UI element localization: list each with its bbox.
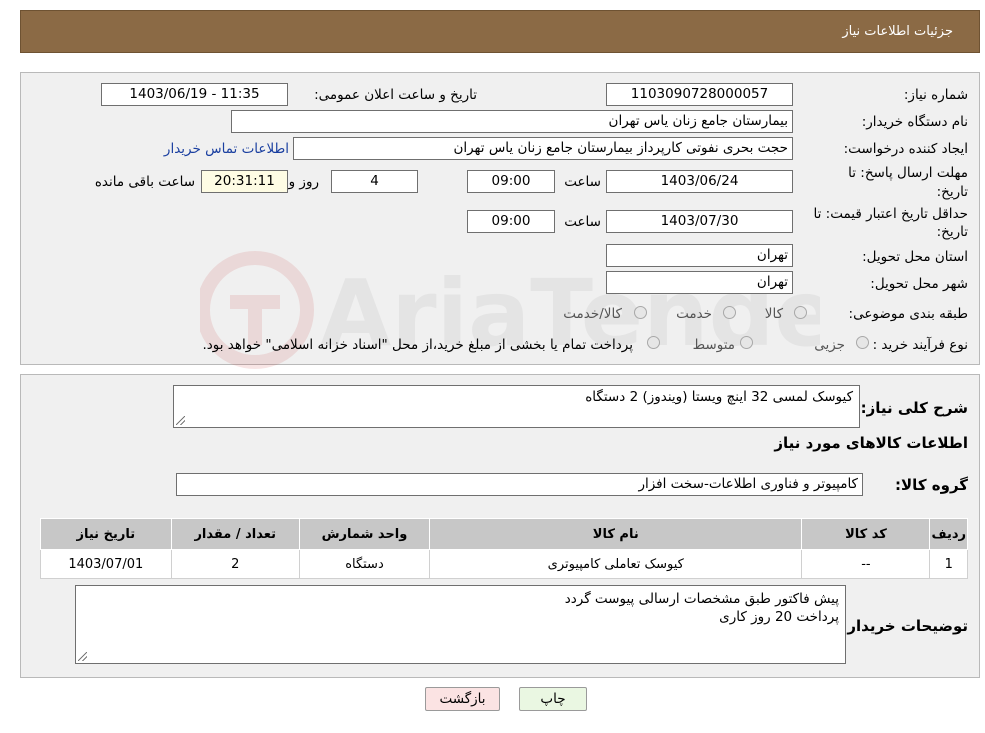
purchase-checkbox-treasury[interactable]: [647, 336, 660, 349]
buyer-notes-label: توضیحات خریدار:: [841, 617, 968, 635]
category-option-service: خدمت: [676, 306, 712, 322]
reply-deadline-label-2: تاریخ:: [936, 184, 968, 200]
need-number-field: 1103090728000057: [606, 83, 793, 106]
reply-time-label: ساعت: [564, 174, 601, 190]
purchase-type-label: نوع فرآیند خرید :: [872, 337, 968, 353]
creator-label: ایجاد کننده درخواست:: [843, 141, 968, 157]
back-button[interactable]: بازگشت: [425, 687, 500, 711]
summary-label: شرح کلی نیاز:: [860, 399, 968, 417]
cell-unit: دستگاه: [298, 549, 431, 579]
goods-table: ردیف کد کالا نام کالا واحد شمارش تعداد /…: [40, 518, 968, 579]
summary-text: کیوسک لمسی 32 اینچ ویستا (ویندوز) 2 دستگ…: [585, 389, 853, 405]
purchase-option-minor: جزیی: [814, 337, 845, 353]
resize-grip-icon[interactable]: [176, 416, 185, 425]
table-row: 1 -- کیوسک تعاملی کامپیوتری دستگاه 2 140…: [40, 549, 968, 579]
announce-datetime-field: 1403/06/19 - 11:35: [101, 83, 288, 106]
buyer-org-label: نام دستگاه خریدار:: [861, 114, 968, 130]
price-validity-label: حداقل تاریخ اعتبار قیمت: تا: [813, 206, 968, 222]
purchase-option-medium: متوسط: [692, 337, 735, 353]
price-time-label: ساعت: [564, 214, 601, 230]
page-title: جزئیات اطلاعات نیاز: [842, 24, 953, 39]
col-item-name: نام کالا: [429, 518, 803, 550]
print-button[interactable]: چاپ: [519, 687, 587, 711]
category-radio-service[interactable]: [723, 306, 736, 319]
resize-grip-icon[interactable]: [78, 652, 87, 661]
cell-item-name: کیوسک تعاملی کامپیوتری: [429, 549, 803, 579]
price-validity-date-field: 1403/07/30: [606, 210, 793, 233]
cell-row-number: 1: [929, 549, 968, 579]
buyer-contact-link[interactable]: اطلاعات تماس خریدار: [164, 141, 289, 157]
creator-field: حجت بحری نفوتی کارپرداز بیمارستان جامع ز…: [293, 137, 793, 160]
buyer-notes-textarea: پیش فاکتور طبق مشخصات ارسالی پیوست گردد …: [75, 585, 846, 664]
category-radio-goods-service[interactable]: [634, 306, 647, 319]
col-need-date: تاریخ نیاز: [40, 518, 172, 550]
category-label: طبقه بندی موضوعی:: [848, 306, 968, 322]
purchase-treasury-note: پرداخت تمام یا بخشی از مبلغ خرید،از محل …: [202, 337, 633, 353]
remaining-time-label: ساعت باقی مانده: [94, 174, 195, 190]
cell-quantity: 2: [170, 549, 300, 579]
price-validity-label-2: تاریخ:: [936, 224, 968, 240]
col-item-code: کد کالا: [801, 518, 931, 550]
goods-group-label: گروه کالا:: [895, 476, 968, 494]
city-label: شهر محل تحویل:: [870, 276, 968, 292]
page-header: جزئیات اطلاعات نیاز: [20, 10, 980, 53]
announce-label: تاریخ و ساعت اعلان عمومی:: [314, 87, 477, 103]
days-label: روز و: [288, 174, 319, 190]
purchase-radio-minor[interactable]: [856, 336, 869, 349]
province-label: استان محل تحویل:: [862, 249, 968, 265]
buyer-notes-line-2: پرداخت 20 روز کاری: [719, 609, 839, 625]
col-row-number: ردیف: [929, 518, 968, 550]
need-number-label: شماره نیاز:: [903, 87, 968, 103]
days-remaining-field: 4: [331, 170, 418, 193]
summary-textarea: کیوسک لمسی 32 اینچ ویستا (ویندوز) 2 دستگ…: [173, 385, 860, 428]
table-header-row: ردیف کد کالا نام کالا واحد شمارش تعداد /…: [40, 518, 968, 550]
buyer-org-field: بیمارستان جامع زنان یاس تهران: [231, 110, 793, 133]
reply-date-field: 1403/06/24: [606, 170, 793, 193]
remaining-time-field: 20:31:11: [201, 170, 288, 193]
cell-need-date: 1403/07/01: [40, 549, 172, 579]
category-option-goods-service: کالا/خدمت: [563, 306, 622, 322]
city-field: تهران: [606, 271, 793, 294]
category-radio-goods[interactable]: [794, 306, 807, 319]
category-option-goods: کالا: [764, 306, 783, 322]
reply-time-field: 09:00: [467, 170, 555, 193]
goods-table-wrapper: ردیف کد کالا نام کالا واحد شمارش تعداد /…: [40, 518, 968, 579]
goods-group-field: کامپیوتر و فناوری اطلاعات-سخت افزار: [176, 473, 863, 496]
buyer-notes-line-1: پیش فاکتور طبق مشخصات ارسالی پیوست گردد: [564, 591, 839, 607]
col-unit: واحد شمارش: [298, 518, 431, 550]
col-quantity: تعداد / مقدار: [170, 518, 300, 550]
purchase-radio-medium[interactable]: [740, 336, 753, 349]
price-validity-time-field: 09:00: [467, 210, 555, 233]
goods-info-title: اطلاعات کالاهای مورد نیاز: [774, 434, 968, 452]
cell-item-code: --: [801, 549, 931, 579]
reply-deadline-label: مهلت ارسال پاسخ: تا: [848, 165, 968, 181]
province-field: تهران: [606, 244, 793, 267]
